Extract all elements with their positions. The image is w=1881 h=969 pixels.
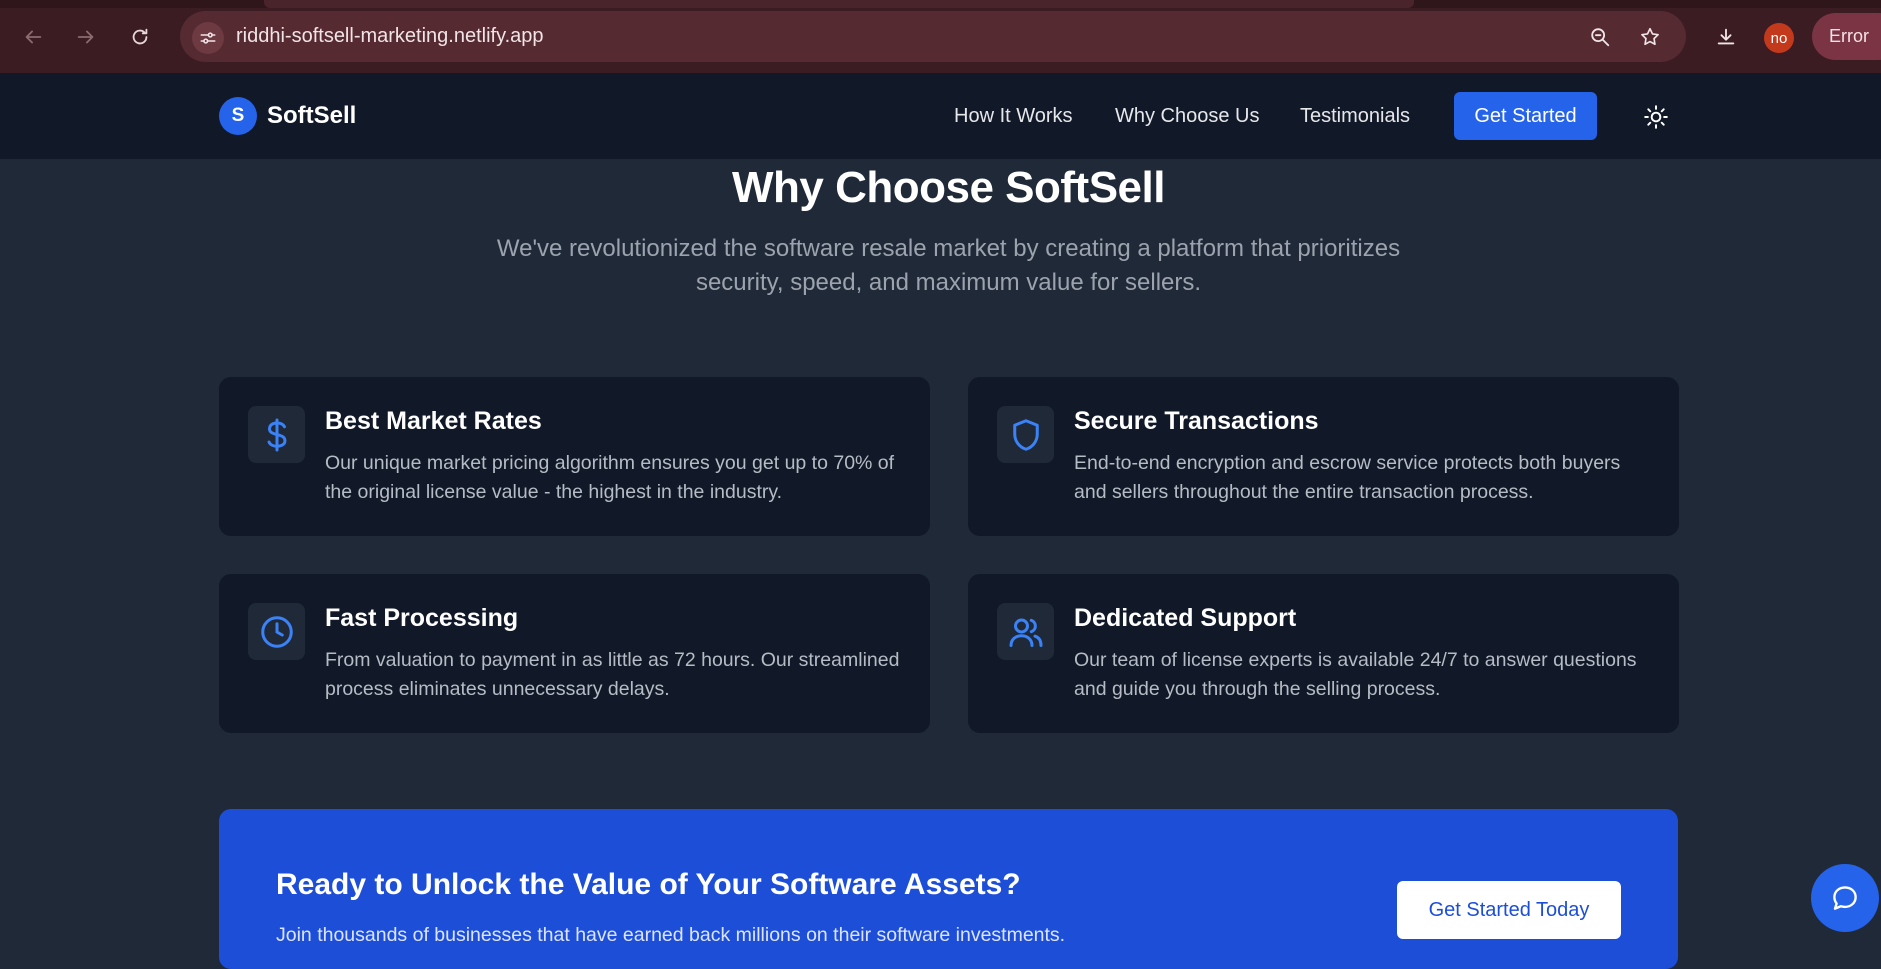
error-status-button[interactable]: Error [1812, 13, 1881, 60]
section-title: Why Choose SoftSell [732, 163, 1165, 212]
site-info-button[interactable] [192, 22, 224, 54]
get-started-today-button[interactable]: Get Started Today [1397, 881, 1621, 939]
zoom-icon [1591, 28, 1610, 47]
feature-description: End-to-end encryption and escrow service… [1074, 452, 1621, 503]
feature-title: Secure Transactions [1074, 407, 1319, 435]
site-header: S SoftSell How It Works Why Choose Us Te… [0, 73, 1881, 159]
section-subtitle: We've revolutionized the software resale… [496, 235, 1401, 296]
feature-title: Best Market Rates [325, 407, 542, 435]
feature-description: Our unique market pricing algorithm ensu… [325, 452, 895, 503]
url-text[interactable]: riddhi-softsell-marketing.netlify.app [236, 25, 544, 48]
arrow-left-icon [25, 30, 42, 44]
theme-toggle-button[interactable] [1641, 102, 1671, 132]
get-started-button[interactable]: Get Started [1454, 92, 1597, 140]
zoom-button[interactable] [1587, 24, 1613, 50]
chat-button[interactable] [1811, 864, 1879, 932]
nav-testimonials[interactable]: Testimonials [1300, 105, 1410, 128]
reload-button[interactable] [123, 20, 157, 54]
address-bar[interactable]: riddhi-softsell-marketing.netlify.app [180, 11, 1686, 62]
clock-icon [260, 615, 293, 648]
feature-icon-box [997, 603, 1054, 660]
feature-icon-box [248, 406, 305, 463]
arrow-right-icon [77, 30, 94, 44]
browser-toolbar: riddhi-softsell-marketing.netlify.app no… [0, 0, 1881, 73]
logo[interactable]: S SoftSell [219, 97, 356, 135]
star-icon [1641, 27, 1659, 46]
profile-avatar[interactable]: no [1764, 23, 1794, 53]
downloads-button[interactable] [1709, 20, 1743, 54]
cta-banner: Ready to Unlock the Value of Your Softwa… [219, 809, 1678, 969]
feature-title: Fast Processing [325, 604, 519, 632]
download-icon [1717, 28, 1735, 45]
feature-icon-box [997, 406, 1054, 463]
reload-icon [132, 28, 148, 45]
feature-description: Our team of license experts is available… [1074, 649, 1637, 700]
dollar-icon [267, 418, 286, 451]
cta-title: Ready to Unlock the Value of Your Softwa… [276, 868, 1021, 901]
feature-title: Dedicated Support [1074, 604, 1297, 632]
nav-why-choose-us[interactable]: Why Choose Us [1115, 105, 1260, 128]
shield-icon [1012, 418, 1039, 451]
feature-description: From valuation to payment in as little a… [325, 649, 900, 700]
feature-card: Secure Transactions End-to-end encryptio… [968, 377, 1679, 536]
tune-icon [200, 32, 216, 44]
logo-badge: S [219, 97, 257, 135]
bookmark-button[interactable] [1637, 24, 1663, 50]
sun-icon [1644, 105, 1668, 129]
back-button[interactable] [16, 20, 50, 54]
nav-how-it-works[interactable]: How It Works [954, 105, 1073, 128]
tab-strip [0, 0, 1881, 8]
feature-card: Best Market Rates Our unique market pric… [219, 377, 930, 536]
feature-card: Fast Processing From valuation to paymen… [219, 574, 930, 733]
chat-bubble-icon [1833, 886, 1857, 910]
feature-icon-box [248, 603, 305, 660]
users-icon [1009, 618, 1042, 647]
brand-name: SoftSell [267, 102, 357, 129]
forward-button[interactable] [69, 20, 103, 54]
cta-text: Join thousands of businesses that have e… [276, 924, 1066, 946]
feature-card: Dedicated Support Our team of license ex… [968, 574, 1679, 733]
